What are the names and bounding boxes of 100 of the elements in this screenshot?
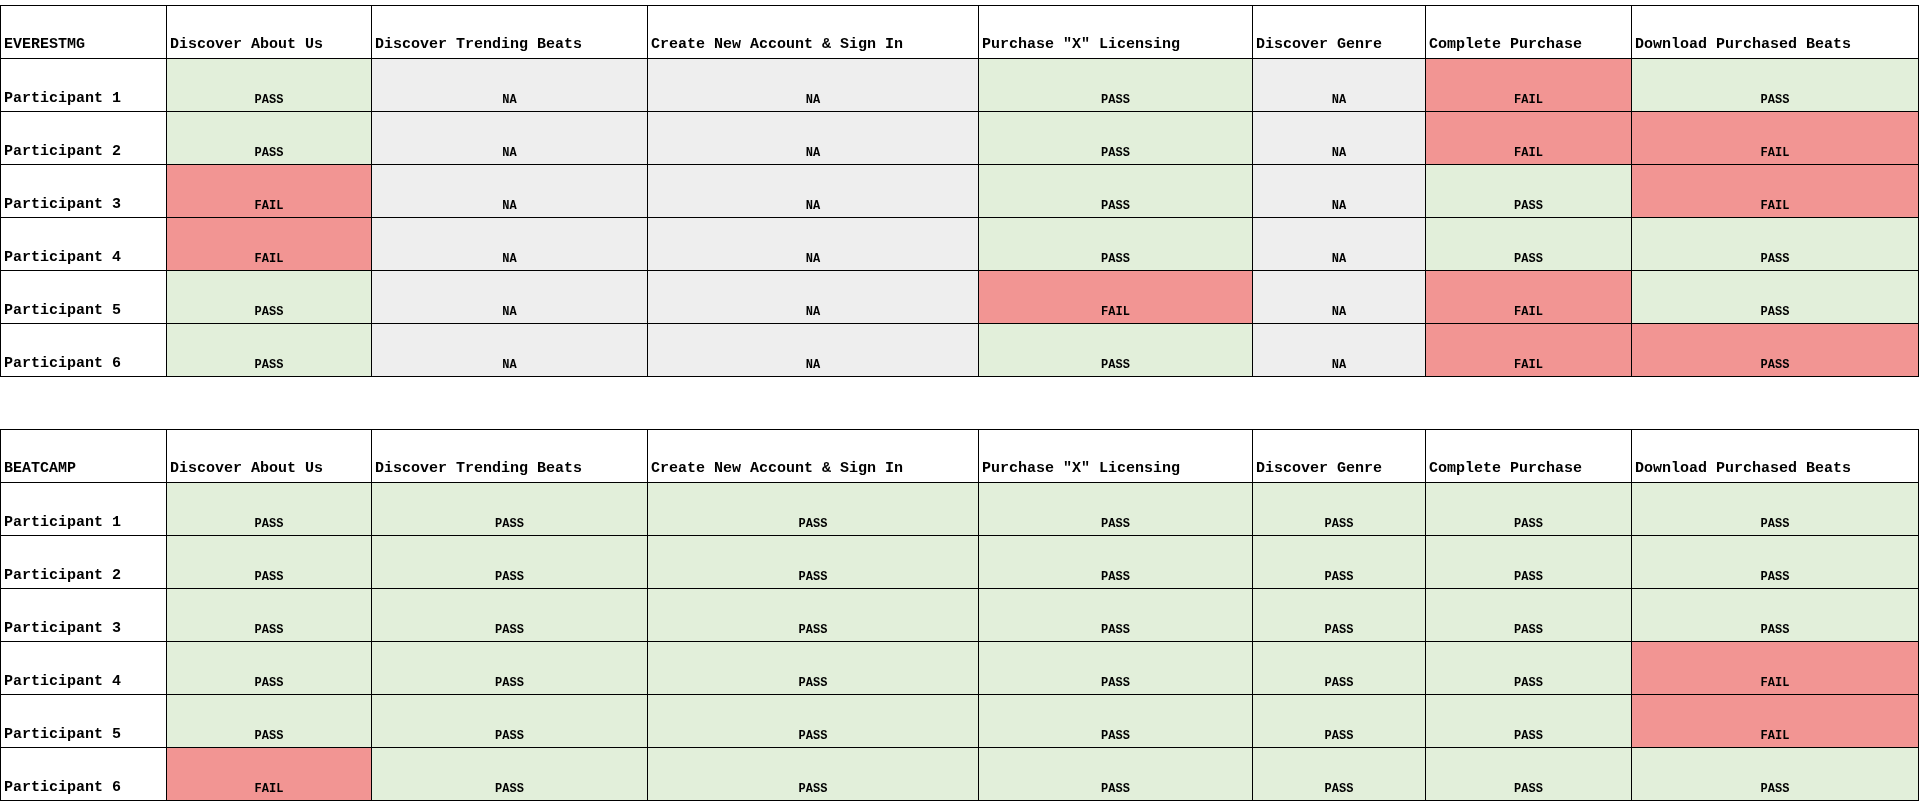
table-cell: PASS: [1425, 482, 1632, 536]
table-cell: NA: [371, 58, 648, 112]
table-cell: PASS: [978, 58, 1253, 112]
table-cell: PASS: [978, 641, 1253, 695]
table-cell: NA: [1252, 270, 1426, 324]
table-cell: PASS: [978, 694, 1253, 748]
table-cell: NA: [647, 164, 979, 218]
table-cell: NA: [1252, 323, 1426, 377]
row-label: Participant 3: [0, 164, 167, 218]
table-cell: PASS: [166, 694, 372, 748]
table-cell: PASS: [1425, 217, 1632, 271]
table-cell: PASS: [1631, 270, 1919, 324]
table-cell: PASS: [371, 747, 648, 801]
table-title: EVERESTMG: [0, 5, 167, 59]
table-cell: NA: [647, 323, 979, 377]
column-header: Discover Trending Beats: [371, 429, 648, 483]
row-label: Participant 6: [0, 323, 167, 377]
table-cell: NA: [647, 58, 979, 112]
table-cell: FAIL: [166, 747, 372, 801]
table-cell: PASS: [647, 535, 979, 589]
table-cell: FAIL: [1425, 111, 1632, 165]
row-label: Participant 5: [0, 270, 167, 324]
table-cell: PASS: [1252, 641, 1426, 695]
table-cell: PASS: [1252, 588, 1426, 642]
table-cell: PASS: [1425, 694, 1632, 748]
table-cell: NA: [1252, 217, 1426, 271]
column-header: Purchase "X" Licensing: [978, 429, 1253, 483]
row-label: Participant 5: [0, 694, 167, 748]
table-cell: PASS: [978, 164, 1253, 218]
column-header: Download Purchased Beats: [1631, 5, 1919, 59]
table-cell: NA: [647, 270, 979, 324]
table-cell: PASS: [1252, 694, 1426, 748]
row-label: Participant 1: [0, 482, 167, 536]
table-cell: NA: [647, 111, 979, 165]
table-cell: NA: [1252, 164, 1426, 218]
table-cell: NA: [371, 323, 648, 377]
column-header: Create New Account & Sign In: [647, 5, 979, 59]
table-cell: PASS: [1425, 641, 1632, 695]
table-cell: PASS: [1631, 482, 1919, 536]
table-cell: PASS: [166, 535, 372, 589]
table-cell: PASS: [647, 641, 979, 695]
table-cell: PASS: [978, 111, 1253, 165]
row-label: Participant 2: [0, 535, 167, 589]
table-cell: PASS: [166, 270, 372, 324]
table-cell: PASS: [1252, 747, 1426, 801]
row-label: Participant 1: [0, 58, 167, 112]
table-cell: PASS: [1252, 482, 1426, 536]
table-cell: FAIL: [978, 270, 1253, 324]
column-header: Discover Genre: [1252, 429, 1426, 483]
table-cell: FAIL: [1425, 58, 1632, 112]
table-cell: NA: [647, 217, 979, 271]
row-label: Participant 6: [0, 747, 167, 801]
table-cell: PASS: [647, 588, 979, 642]
table-cell: NA: [371, 111, 648, 165]
table-cell: PASS: [978, 747, 1253, 801]
table-cell: FAIL: [1631, 164, 1919, 218]
table-cell: PASS: [978, 323, 1253, 377]
table-cell: PASS: [166, 323, 372, 377]
table-title: BEATCAMP: [0, 429, 167, 483]
table-cell: FAIL: [1425, 270, 1632, 324]
table-cell: PASS: [647, 747, 979, 801]
table-cell: PASS: [1631, 58, 1919, 112]
table-cell: FAIL: [1631, 111, 1919, 165]
column-header: Discover About Us: [166, 5, 372, 59]
column-header: Discover Trending Beats: [371, 5, 648, 59]
column-header: Complete Purchase: [1425, 5, 1632, 59]
table-cell: PASS: [166, 482, 372, 536]
table-cell: PASS: [371, 482, 648, 536]
table-cell: NA: [371, 217, 648, 271]
column-header: Complete Purchase: [1425, 429, 1632, 483]
table-cell: PASS: [371, 535, 648, 589]
column-header: Purchase "X" Licensing: [978, 5, 1253, 59]
table-cell: PASS: [1425, 164, 1632, 218]
table-cell: NA: [1252, 58, 1426, 112]
table-cell: PASS: [371, 588, 648, 642]
table-cell: FAIL: [166, 217, 372, 271]
row-label: Participant 2: [0, 111, 167, 165]
table-cell: PASS: [1252, 535, 1426, 589]
table-cell: PASS: [1425, 588, 1632, 642]
table-cell: PASS: [1425, 747, 1632, 801]
table-cell: PASS: [647, 482, 979, 536]
table-cell: PASS: [166, 58, 372, 112]
row-label: Participant 4: [0, 641, 167, 695]
column-header: Discover Genre: [1252, 5, 1426, 59]
table-cell: PASS: [1631, 323, 1919, 377]
table-cell: PASS: [1631, 747, 1919, 801]
column-header: Download Purchased Beats: [1631, 429, 1919, 483]
table-cell: NA: [1252, 111, 1426, 165]
table-cell: PASS: [978, 588, 1253, 642]
table-cell: NA: [371, 270, 648, 324]
table-cell: NA: [371, 164, 648, 218]
column-header: Discover About Us: [166, 429, 372, 483]
table-cell: PASS: [166, 588, 372, 642]
table-cell: PASS: [647, 694, 979, 748]
table-cell: FAIL: [1425, 323, 1632, 377]
table-cell: PASS: [1631, 535, 1919, 589]
table-cell: PASS: [166, 111, 372, 165]
table-cell: PASS: [1425, 535, 1632, 589]
table-cell: PASS: [978, 535, 1253, 589]
row-label: Participant 3: [0, 588, 167, 642]
